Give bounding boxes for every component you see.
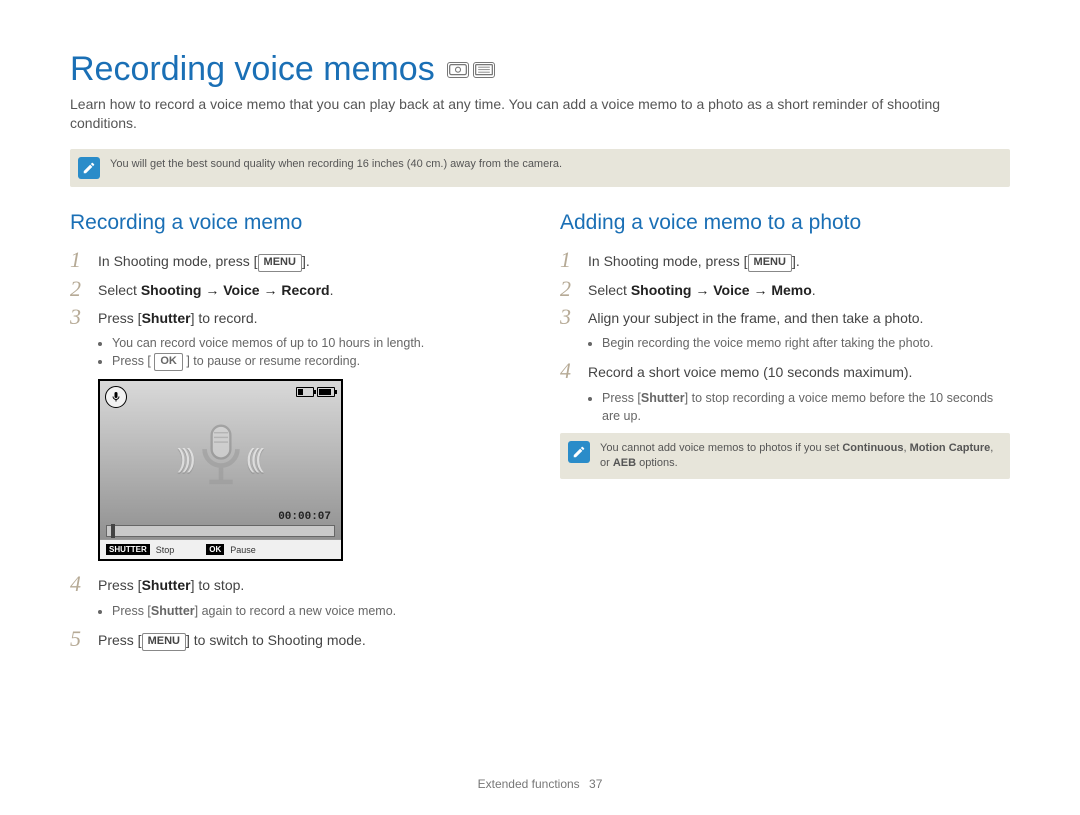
mic-large-icon: ))) ))) bbox=[100, 421, 341, 496]
step-number: 2 bbox=[70, 278, 88, 300]
note-icon bbox=[78, 157, 100, 179]
left-step-3: 3 Press [Shutter] to record. bbox=[70, 306, 520, 328]
step-body: Press [MENU] to switch to Shooting mode. bbox=[98, 628, 366, 651]
step-body: Record a short voice memo (10 seconds ma… bbox=[588, 360, 912, 382]
step-body: Press [Shutter] to stop. bbox=[98, 573, 244, 595]
step-number: 1 bbox=[70, 249, 88, 271]
right-note-text: You cannot add voice memos to photos if … bbox=[600, 441, 998, 471]
progress-handle bbox=[111, 524, 115, 538]
battery-icon bbox=[317, 387, 335, 397]
bullet: Press [ OK ] to pause or resume recordin… bbox=[112, 352, 520, 371]
battery-icon bbox=[296, 387, 314, 397]
footer-section: Extended functions bbox=[478, 777, 580, 791]
step-body: Select Shooting → Voice → Memo. bbox=[588, 278, 816, 300]
step-number: 3 bbox=[70, 306, 88, 328]
stop-label: Stop bbox=[156, 545, 175, 555]
left-column: Recording a voice memo 1 In Shooting mod… bbox=[70, 211, 520, 657]
left-bullets-2: Press [Shutter] again to record a new vo… bbox=[112, 602, 520, 620]
menu-key: MENU bbox=[258, 254, 302, 272]
sound-wave-left-icon: ))) bbox=[178, 443, 192, 474]
step-number: 4 bbox=[560, 360, 578, 382]
right-step-1: 1 In Shooting mode, press [MENU]. bbox=[560, 249, 1010, 272]
step-body: In Shooting mode, press [MENU]. bbox=[98, 249, 310, 272]
bullet: You can record voice memos of up to 10 h… bbox=[112, 334, 520, 352]
menu-key: MENU bbox=[142, 633, 186, 651]
pause-label: Pause bbox=[230, 545, 256, 555]
right-note: You cannot add voice memos to photos if … bbox=[560, 433, 1010, 479]
recording-screenshot: ))) ))) 00:00:07 SHUTTER Stop bbox=[98, 379, 343, 561]
left-step-5: 5 Press [MENU] to switch to Shooting mod… bbox=[70, 628, 520, 651]
battery-icons bbox=[296, 387, 335, 397]
step-number: 5 bbox=[70, 628, 88, 650]
page-title: Recording voice memos bbox=[70, 50, 1010, 89]
mode-icons bbox=[447, 62, 495, 78]
camera-p-icon bbox=[447, 62, 469, 78]
left-heading: Recording a voice memo bbox=[70, 211, 520, 235]
right-column: Adding a voice memo to a photo 1 In Shoo… bbox=[560, 211, 1010, 657]
right-step-4: 4 Record a short voice memo (10 seconds … bbox=[560, 360, 1010, 382]
top-note-text: You will get the best sound quality when… bbox=[110, 157, 562, 172]
step-body: In Shooting mode, press [MENU]. bbox=[588, 249, 800, 272]
left-step-4: 4 Press [Shutter] to stop. bbox=[70, 573, 520, 595]
left-bullets-1: You can record voice memos of up to 10 h… bbox=[112, 334, 520, 371]
intro-text: Learn how to record a voice memo that yo… bbox=[70, 95, 1010, 133]
step-number: 2 bbox=[560, 278, 578, 300]
right-step-2: 2 Select Shooting → Voice → Memo. bbox=[560, 278, 1010, 300]
title-text: Recording voice memos bbox=[70, 50, 435, 89]
scene-icon bbox=[473, 62, 495, 78]
note-icon bbox=[568, 441, 590, 463]
mic-indicator-icon bbox=[105, 386, 127, 408]
right-heading: Adding a voice memo to a photo bbox=[560, 211, 1010, 235]
ok-key: OK bbox=[154, 353, 183, 371]
left-step-1: 1 In Shooting mode, press [MENU]. bbox=[70, 249, 520, 272]
bullet: Press [Shutter] again to record a new vo… bbox=[112, 602, 520, 620]
step-body: Align your subject in the frame, and the… bbox=[588, 306, 923, 328]
left-step-2: 2 Select Shooting → Voice → Record. bbox=[70, 278, 520, 300]
page-footer: Extended functions 37 bbox=[0, 777, 1080, 791]
step-number: 1 bbox=[560, 249, 578, 271]
sound-wave-right-icon: ))) bbox=[250, 443, 264, 474]
right-bullets-1: Begin recording the voice memo right aft… bbox=[602, 334, 1010, 352]
top-note: You will get the best sound quality when… bbox=[70, 149, 1010, 187]
ok-label: OK bbox=[206, 544, 224, 555]
timecode: 00:00:07 bbox=[278, 511, 331, 523]
step-body: Press [Shutter] to record. bbox=[98, 306, 258, 328]
bullet: Begin recording the voice memo right aft… bbox=[602, 334, 1010, 352]
menu-key: MENU bbox=[748, 254, 792, 272]
shutter-label: SHUTTER bbox=[106, 544, 150, 555]
step-body: Select Shooting → Voice → Record. bbox=[98, 278, 333, 300]
bullet: Press [Shutter] to stop recording a voic… bbox=[602, 389, 1010, 425]
right-step-3: 3 Align your subject in the frame, and t… bbox=[560, 306, 1010, 328]
step-number: 4 bbox=[70, 573, 88, 595]
progress-bar bbox=[106, 525, 335, 537]
right-bullets-2: Press [Shutter] to stop recording a voic… bbox=[602, 389, 1010, 425]
step-number: 3 bbox=[560, 306, 578, 328]
footer-page: 37 bbox=[589, 777, 602, 791]
screen-footer: SHUTTER Stop OK Pause bbox=[100, 539, 341, 559]
